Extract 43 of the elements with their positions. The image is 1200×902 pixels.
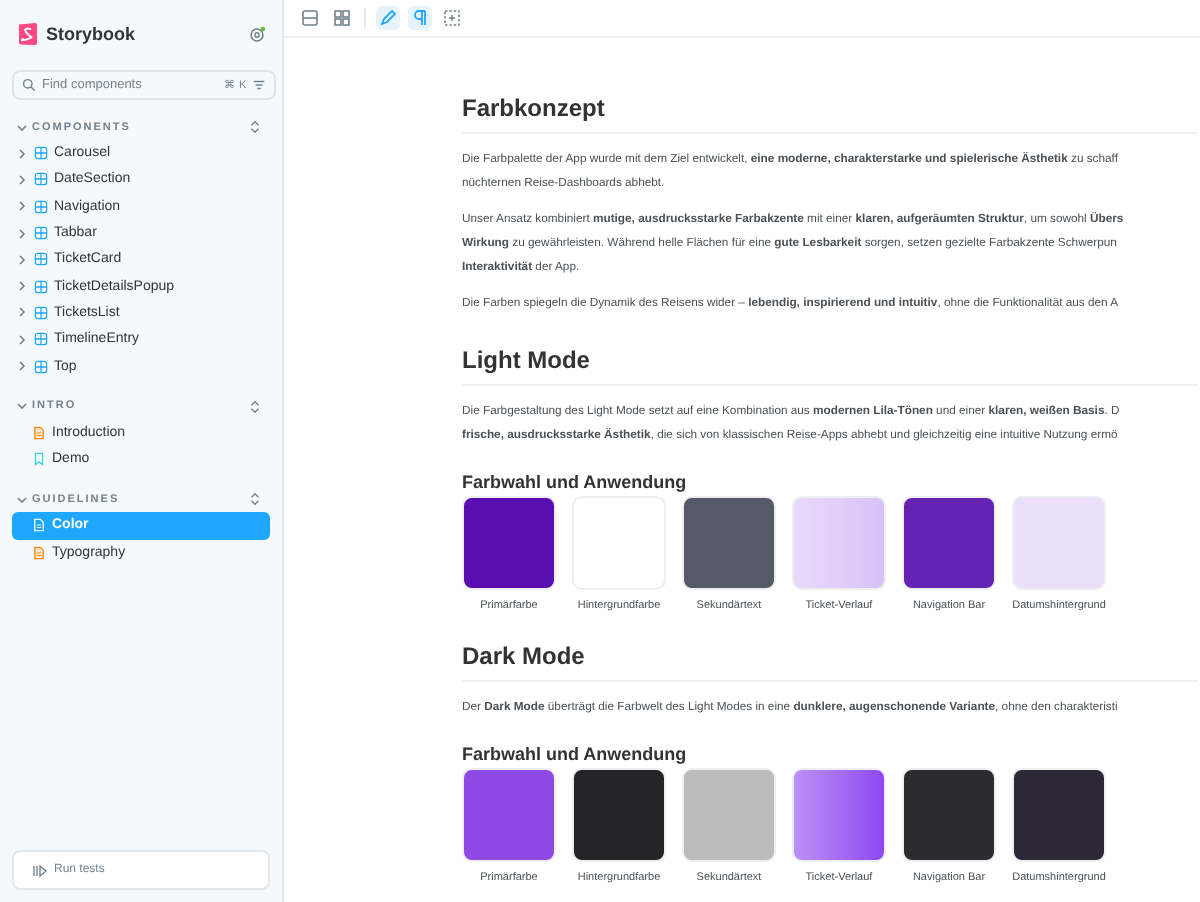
section-heading: Farbkonzept [462, 94, 1198, 134]
component-icon [34, 332, 48, 347]
subheading: Farbwahl und Anwendung [462, 744, 689, 764]
pen-icon [380, 9, 397, 26]
toolbar-button[interactable] [408, 6, 432, 30]
component-icon [34, 172, 48, 187]
component-icon [34, 305, 48, 320]
chevron-down-icon [16, 121, 28, 133]
single-view-icon [302, 10, 318, 26]
component-icon [34, 226, 48, 241]
document-icon [32, 545, 46, 560]
component-icon [34, 252, 48, 267]
play-icon [32, 863, 48, 877]
chevron-right-icon [16, 333, 28, 346]
expand-collapse-icon[interactable] [248, 118, 262, 136]
component-icon [34, 359, 48, 374]
component-icon [34, 199, 48, 214]
document-icon [32, 518, 46, 533]
chevron-down-icon [16, 400, 28, 413]
settings-icon[interactable] [248, 25, 266, 43]
toolbar-button[interactable] [298, 6, 322, 30]
section-heading: Dark Mode [462, 642, 1198, 682]
expand-collapse-icon[interactable] [248, 490, 262, 509]
chevron-right-icon [16, 200, 28, 213]
grid-icon [334, 10, 350, 26]
pilcrow-icon [414, 10, 426, 26]
outline-icon [444, 10, 460, 26]
component-icon [34, 279, 48, 294]
bookmark-icon [32, 452, 46, 467]
chevron-down-icon [16, 493, 28, 506]
brand-name: Storybook [46, 24, 136, 44]
document-icon [32, 425, 46, 440]
logo-icon [18, 22, 38, 46]
chevron-right-icon [16, 360, 28, 373]
toolbar-button[interactable] [330, 6, 354, 30]
subheading: Farbwahl und Anwendung [462, 472, 689, 492]
toolbar-button[interactable] [440, 6, 464, 30]
search-icon [22, 78, 36, 92]
expand-collapse-icon[interactable] [248, 397, 262, 416]
component-icon [34, 146, 48, 161]
toolbar-button[interactable] [376, 6, 400, 30]
section-heading: Light Mode [462, 346, 1198, 386]
filter-icon[interactable] [252, 78, 267, 92]
